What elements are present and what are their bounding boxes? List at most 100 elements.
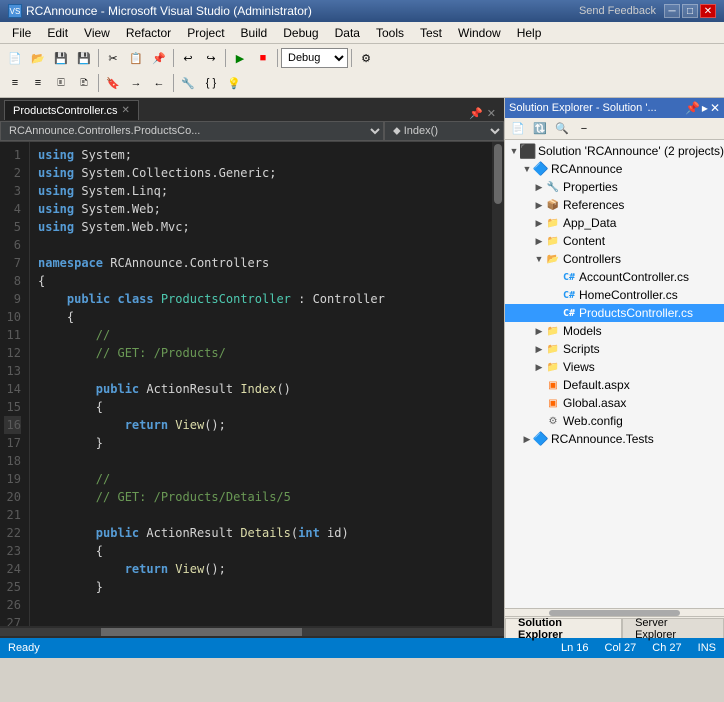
hscroll-thumb[interactable] <box>101 628 303 636</box>
redo-button[interactable]: ↪ <box>200 47 222 69</box>
no-expand-global <box>533 397 545 409</box>
expand-properties-icon[interactable]: ▶ <box>533 181 545 193</box>
open-button[interactable]: 📂 <box>27 47 49 69</box>
expand-appdata-icon[interactable]: ▶ <box>533 217 545 229</box>
se-auto-hide-button[interactable]: ▸ <box>702 101 708 115</box>
tree-webconfig[interactable]: ⚙ Web.config <box>505 412 724 430</box>
menu-data[interactable]: Data <box>327 22 368 43</box>
tree-homecontroller[interactable]: C# HomeController.cs <box>505 286 724 304</box>
expand-scripts-icon[interactable]: ▶ <box>533 343 545 355</box>
method-dropdown[interactable]: ⬥ Index() <box>384 121 504 141</box>
server-explorer-tab[interactable]: Server Explorer <box>622 618 724 638</box>
menu-window[interactable]: Window <box>450 22 509 43</box>
menu-test[interactable]: Test <box>412 22 450 43</box>
tree-project-tests[interactable]: ▶ 🔷 RCAnnounce.Tests <box>505 430 724 448</box>
class-dropdown[interactable]: RCAnnounce.Controllers.ProductsCo... <box>0 121 384 141</box>
tree-views[interactable]: ▶ 📁 Views <box>505 358 724 376</box>
menu-debug[interactable]: Debug <box>275 22 326 43</box>
close-button[interactable]: ✕ <box>700 4 716 18</box>
references-icon: 📦 <box>545 197 561 213</box>
comment-button[interactable]: 🗉 <box>50 72 72 94</box>
se-pin-button[interactable]: 📌 <box>685 101 700 115</box>
se-close-button[interactable]: ✕ <box>710 101 720 115</box>
expand-references-icon[interactable]: ▶ <box>533 199 545 211</box>
menu-file[interactable]: File <box>4 22 39 43</box>
tree-default-aspx[interactable]: ▣ Default.aspx <box>505 376 724 394</box>
se-filter-button[interactable]: 🔍 <box>551 118 573 140</box>
code-area[interactable]: 12345 678910 1112131415 1617181920 21222… <box>0 142 504 626</box>
surroundwith-button[interactable]: { } <box>200 72 222 94</box>
undo-button[interactable]: ↩ <box>177 47 199 69</box>
se-tree: ▼ ⬛ Solution 'RCAnnounce' (2 projects) ▼… <box>505 140 724 608</box>
save-all-button[interactable]: 💾 <box>73 47 95 69</box>
menu-build[interactable]: Build <box>233 22 276 43</box>
default-aspx-label: Default.aspx <box>563 378 630 392</box>
se-scrollbar[interactable] <box>505 608 724 616</box>
expand-tests-icon[interactable]: ▶ <box>521 433 533 445</box>
tree-solution[interactable]: ▼ ⬛ Solution 'RCAnnounce' (2 projects) <box>505 142 724 160</box>
appdata-label: App_Data <box>563 216 616 230</box>
toolbar-row-2: ≡ ≡ 🗉 🗈 🔖 → ← 🔧 { } 💡 <box>4 71 720 95</box>
tree-models[interactable]: ▶ 📁 Models <box>505 322 724 340</box>
intellisense-button[interactable]: 💡 <box>223 72 245 94</box>
menu-view[interactable]: View <box>76 22 118 43</box>
productscontroller-label: ProductsController.cs <box>579 306 693 320</box>
refactor-button[interactable]: 🔧 <box>177 72 199 94</box>
minimize-button[interactable]: ─ <box>664 4 680 18</box>
tree-scripts[interactable]: ▶ 📁 Scripts <box>505 340 724 358</box>
expand-solution-icon[interactable]: ▼ <box>508 145 520 157</box>
tree-properties[interactable]: ▶ 🔧 Properties <box>505 178 724 196</box>
content-label: Content <box>563 234 605 248</box>
tree-controllers[interactable]: ▼ 📂 Controllers <box>505 250 724 268</box>
stop-button[interactable]: ■ <box>252 47 274 69</box>
solution-config-button[interactable]: ⚙ <box>355 47 377 69</box>
solution-explorer-tab[interactable]: Solution Explorer <box>505 618 622 638</box>
uncomment-button[interactable]: 🗈 <box>73 72 95 94</box>
se-refresh-button[interactable]: 🔃 <box>529 118 551 140</box>
cut-button[interactable]: ✂ <box>102 47 124 69</box>
prev-bookmark-button[interactable]: ← <box>148 72 170 94</box>
code-content[interactable]: using System; using System.Collections.G… <box>30 142 504 626</box>
se-collapse-button[interactable]: − <box>573 118 595 140</box>
tree-accountcontroller[interactable]: C# AccountController.cs <box>505 268 724 286</box>
expand-content-icon[interactable]: ▶ <box>533 235 545 247</box>
status-bar: Ready Ln 16 Col 27 Ch 27 INS <box>0 638 724 658</box>
status-ready: Ready <box>8 642 40 654</box>
send-feedback-link[interactable]: Send Feedback <box>579 5 656 17</box>
maximize-button[interactable]: □ <box>682 4 698 18</box>
tree-appdata[interactable]: ▶ 📁 App_Data <box>505 214 724 232</box>
tree-global-asax[interactable]: ▣ Global.asax <box>505 394 724 412</box>
config-dropdown[interactable]: Debug Release <box>281 48 348 68</box>
paste-button[interactable]: 📌 <box>148 47 170 69</box>
menu-project[interactable]: Project <box>179 22 232 43</box>
tree-content[interactable]: ▶ 📁 Content <box>505 232 724 250</box>
close-editor-icon[interactable]: ✕ <box>487 107 496 120</box>
expand-models-icon[interactable]: ▶ <box>533 325 545 337</box>
tests-project-label: RCAnnounce.Tests <box>551 432 654 446</box>
tree-productscontroller[interactable]: C# ProductsController.cs <box>505 304 724 322</box>
expand-controllers-icon[interactable]: ▼ <box>533 253 545 265</box>
tree-project-rcannounce[interactable]: ▼ 🔷 RCAnnounce <box>505 160 724 178</box>
pin-icon[interactable]: 📌 <box>469 107 483 120</box>
editor-tab-productscontroller[interactable]: ProductsController.cs ✕ <box>4 100 139 120</box>
horizontal-scrollbar[interactable] <box>0 626 504 638</box>
menu-tools[interactable]: Tools <box>368 22 412 43</box>
next-bookmark-button[interactable]: → <box>125 72 147 94</box>
copy-button[interactable]: 📋 <box>125 47 147 69</box>
tab-close-icon[interactable]: ✕ <box>122 105 130 116</box>
menu-help[interactable]: Help <box>509 22 550 43</box>
vertical-scrollbar[interactable] <box>492 142 504 626</box>
format-outdent-button[interactable]: ≡ <box>27 72 49 94</box>
run-button[interactable]: ▶ <box>229 47 251 69</box>
new-project-button[interactable]: 📄 <box>4 47 26 69</box>
bookmark-button[interactable]: 🔖 <box>102 72 124 94</box>
menu-edit[interactable]: Edit <box>39 22 76 43</box>
expand-views-icon[interactable]: ▶ <box>533 361 545 373</box>
menu-refactor[interactable]: Refactor <box>118 22 179 43</box>
format-indent-button[interactable]: ≡ <box>4 72 26 94</box>
no-expand-products <box>549 307 561 319</box>
tree-references[interactable]: ▶ 📦 References <box>505 196 724 214</box>
se-properties-button[interactable]: 📄 <box>507 118 529 140</box>
save-button[interactable]: 💾 <box>50 47 72 69</box>
expand-project-icon[interactable]: ▼ <box>521 163 533 175</box>
